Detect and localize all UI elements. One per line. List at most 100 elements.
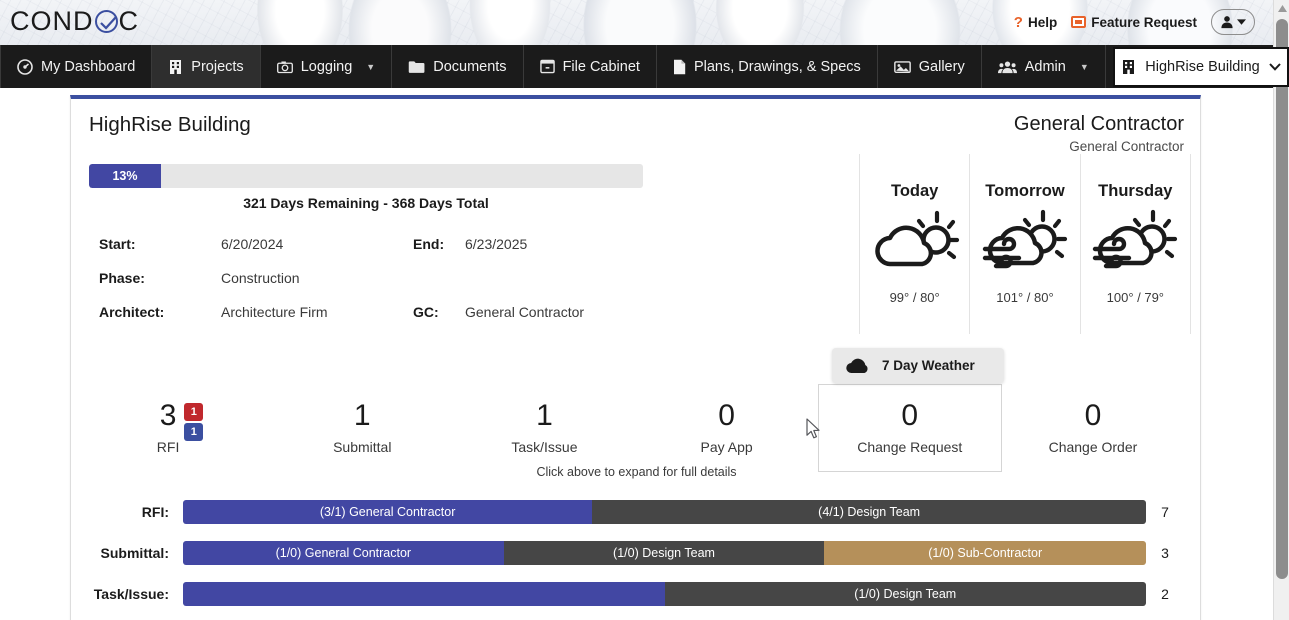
bar-segment[interactable] (183, 581, 665, 606)
nav-item-projects[interactable]: Projects (152, 45, 261, 88)
nav-item-my-dashboard[interactable]: My Dashboard (0, 45, 153, 88)
megaphone-icon (1071, 16, 1087, 28)
counter-submittal[interactable]: 1 Submittal (271, 384, 453, 472)
info-value-start: 6/20/2024 (221, 236, 284, 252)
nav-item-logging[interactable]: Logging ▼ (261, 45, 393, 88)
weather-temps: 100° / 79° (1106, 290, 1165, 305)
weather-day-tomorrow[interactable]: Tomorrow 101° / 80° (969, 154, 1079, 334)
bar-row-label: RFI: (141, 503, 169, 520)
user-menu-button[interactable] (1211, 9, 1255, 35)
counter-change-request[interactable]: 0 Change Request (817, 384, 1002, 472)
weather-day-thursday[interactable]: Thursday 100° / 79° (1079, 154, 1191, 334)
scrollbar-thumb[interactable] (1276, 19, 1288, 579)
project-overview-card: HighRise Building General Contractor Gen… (70, 95, 1201, 620)
nav-label: Gallery (918, 58, 965, 75)
chevron-down-icon: ▼ (1079, 61, 1089, 72)
counter-value: 1 (536, 399, 553, 432)
camera-icon (276, 60, 293, 73)
page-scrollbar[interactable] (1273, 0, 1289, 620)
counter-label: Task/Issue (511, 439, 578, 455)
counter-value: 1 (353, 399, 371, 432)
project-info-grid: Start: 6/20/2024 End: 6/23/2025 Phase: C… (99, 227, 659, 329)
folder-icon (408, 60, 425, 73)
mouse-cursor (806, 418, 821, 445)
bar-row-total: 2 (1161, 585, 1169, 602)
assignment-bar-chart: RFI: (3/1) General Contractor (4/1) Desi… (89, 491, 1184, 614)
counter-rfi[interactable]: 3 RFI 1 1 (89, 384, 271, 472)
summary-counters: 3 RFI 1 1 1 Submittal 1 Task/Issue 0 Pay… (89, 384, 1184, 472)
weather-day-today[interactable]: Today 99° / 80° (859, 154, 969, 334)
counter-value: 0 (1084, 399, 1102, 432)
status-badge-pending[interactable]: 1 (184, 423, 204, 441)
partly-cloudy-icon (869, 209, 961, 276)
counter-label: Submittal (333, 439, 392, 455)
progress-caption: 321 Days Remaining - 368 Days Total (243, 195, 489, 211)
counter-badges: 1 1 (184, 401, 204, 441)
nav-label: Logging (300, 58, 353, 75)
image-icon (893, 60, 911, 73)
bar-row-rfi: RFI: (3/1) General Contractor (4/1) Desi… (89, 491, 1184, 532)
counter-task-issue[interactable]: 1 Task/Issue (453, 384, 635, 472)
counter-value: 0 (901, 399, 919, 432)
counter-rfi-inner: 3 RFI 1 1 (157, 401, 204, 455)
counter-value: 3 (159, 399, 177, 432)
windy-partly-cloudy-icon (1089, 209, 1181, 276)
bar-segment[interactable]: (1/0) Design Team (503, 540, 825, 565)
nav-label: My Dashboard (41, 58, 136, 75)
info-row: Start: 6/20/2024 End: 6/23/2025 (99, 227, 659, 261)
weather-day-label: Thursday (1098, 182, 1173, 200)
feature-request-button[interactable]: Feature Request (1071, 15, 1197, 30)
bar-segment[interactable]: (4/1) Design Team (592, 499, 1146, 524)
weather-temps: 101° / 80° (996, 290, 1054, 305)
company-heading: General Contractor General Contractor (1014, 113, 1184, 154)
nav-label: Plans, Drawings, & Specs (693, 58, 861, 75)
bar-segment[interactable]: (1/0) Sub-Contractor (824, 540, 1146, 565)
bar-segment[interactable]: (1/0) General Contractor (183, 540, 504, 565)
project-picker-dropdown[interactable]: HighRise Building (1113, 47, 1289, 87)
main-navigation: My Dashboard Projects Logging ▼ Document… (0, 45, 1273, 88)
counter-pay-app[interactable]: 0 Pay App (636, 384, 818, 472)
bar-segment[interactable]: (3/1) General Contractor (183, 499, 593, 524)
nav-item-documents[interactable]: Documents (392, 45, 524, 88)
seven-day-weather-tooltip[interactable]: 7 Day Weather (832, 348, 1004, 383)
info-row: Phase: Construction (99, 261, 659, 295)
building-icon (1123, 60, 1135, 74)
info-label-phase: Phase: (99, 270, 145, 286)
users-icon (997, 60, 1017, 73)
bar-track: (3/1) General Contractor (4/1) Design Te… (183, 499, 1146, 524)
nav-label: Admin (1024, 58, 1066, 75)
info-label-end: End: (413, 236, 445, 252)
top-banner: COND C ? Help Feature Request (0, 0, 1273, 45)
weather-temps: 99° / 80° (889, 290, 940, 305)
nav-item-admin[interactable]: Admin ▼ (982, 45, 1106, 88)
building-icon (170, 59, 182, 74)
brand-logo[interactable]: COND C (10, 6, 139, 37)
info-value-gc: General Contractor (465, 304, 585, 320)
project-picker-label: HighRise Building (1145, 59, 1260, 75)
counter-label: Change Order (1048, 439, 1138, 455)
nav-label: Projects (191, 58, 244, 75)
counter-label: Pay App (700, 439, 753, 455)
project-progress-bar: 13% (89, 164, 643, 188)
counters-hint: Click above to expand for full details (536, 465, 737, 479)
nav-item-gallery[interactable]: Gallery (878, 45, 982, 88)
user-icon (1221, 16, 1233, 29)
help-label: Help (1027, 14, 1058, 30)
bar-track: (1/0) General Contractor (1/0) Design Te… (183, 540, 1146, 565)
nav-item-file-cabinet[interactable]: File Cabinet (524, 45, 657, 88)
help-button[interactable]: ? Help (1014, 14, 1057, 31)
info-row: Architect: Architecture Firm GC: General… (99, 295, 659, 329)
counter-change-order[interactable]: 0 Change Order (1002, 384, 1184, 472)
status-badge-overdue[interactable]: 1 (184, 403, 204, 421)
bar-row-total: 7 (1161, 503, 1169, 520)
scroll-up-arrow-icon[interactable] (1274, 0, 1289, 17)
weather-day-label: Today (890, 182, 939, 200)
company-name: General Contractor (1013, 113, 1184, 135)
progress-fill: 13% (89, 164, 162, 188)
bar-row-submittal: Submittal: (1/0) General Contractor (1/0… (89, 532, 1184, 573)
nav-item-plans-drawings-specs[interactable]: Plans, Drawings, & Specs (657, 45, 878, 88)
info-value-architect: Architecture Firm (221, 304, 328, 320)
bar-segment[interactable]: (1/0) Design Team (664, 581, 1146, 606)
feature-request-label: Feature Request (1091, 14, 1197, 30)
info-label-gc: GC: (413, 304, 439, 320)
